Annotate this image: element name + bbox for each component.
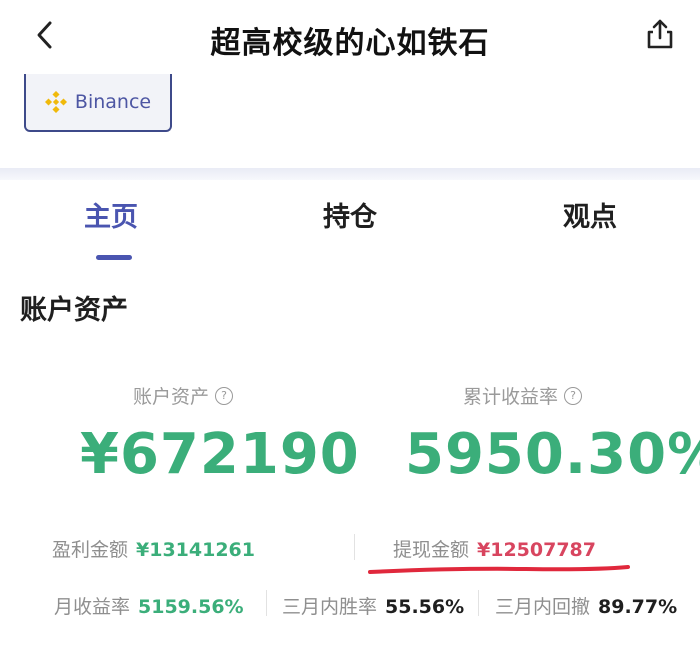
top-bar: 超高校级的心如铁石 (0, 0, 700, 72)
tab-home[interactable]: 主页 (84, 195, 138, 234)
share-button[interactable] (642, 16, 678, 52)
profit-value: ¥13141261 (136, 539, 255, 561)
winrate-label: 三月内胜率 (282, 596, 378, 618)
section-title: 账户资产 (20, 295, 128, 326)
annotation-underline (368, 565, 630, 574)
page-title: 超高校级的心如铁石 (210, 26, 490, 61)
return-label-text: 累计收益率 (463, 386, 559, 408)
drawdown-label: 三月内回撤 (495, 596, 591, 618)
section-divider (0, 168, 700, 180)
assets-label-text: 账户资产 (133, 386, 210, 408)
metric-divider (266, 590, 267, 616)
withdraw-label: 提现金额 (393, 539, 470, 561)
withdraw-value: ¥12507787 (477, 539, 596, 561)
return-value: 5950.30% (405, 422, 700, 487)
exchange-badge[interactable]: Binance (24, 74, 172, 132)
profit-label: 盈利金额 (52, 539, 129, 561)
share-icon (647, 19, 673, 49)
binance-diamond-icon (44, 91, 67, 113)
help-icon[interactable]: ? (564, 386, 583, 405)
winrate-value: 55.56% (385, 596, 465, 618)
winrate-metric: 三月内胜率 55.56% (282, 592, 464, 619)
tab-bar: 主页 持仓 观点 (0, 195, 700, 265)
exchange-name: Binance (74, 91, 152, 113)
profit-metric: 盈利金额 ¥13141261 (52, 535, 255, 562)
drawdown-value: 89.77% (598, 596, 678, 618)
monthly-value: 5159.56% (138, 596, 244, 618)
drawdown-metric: 三月内回撤 89.77% (495, 592, 677, 619)
metric-divider (354, 534, 355, 560)
tab-positions[interactable]: 持仓 (323, 195, 377, 234)
withdraw-metric: 提现金额 ¥12507787 (393, 535, 596, 562)
assets-label: 账户资产 ? (133, 382, 234, 409)
return-label: 累计收益率 ? (463, 382, 583, 409)
monthly-return-metric: 月收益率 5159.56% (54, 592, 244, 619)
tab-views[interactable]: 观点 (563, 195, 617, 234)
metric-divider (478, 590, 479, 616)
active-tab-indicator (96, 255, 132, 260)
assets-value: ¥672190 (80, 422, 360, 487)
monthly-label: 月收益率 (54, 596, 131, 618)
help-icon[interactable]: ? (215, 386, 234, 405)
